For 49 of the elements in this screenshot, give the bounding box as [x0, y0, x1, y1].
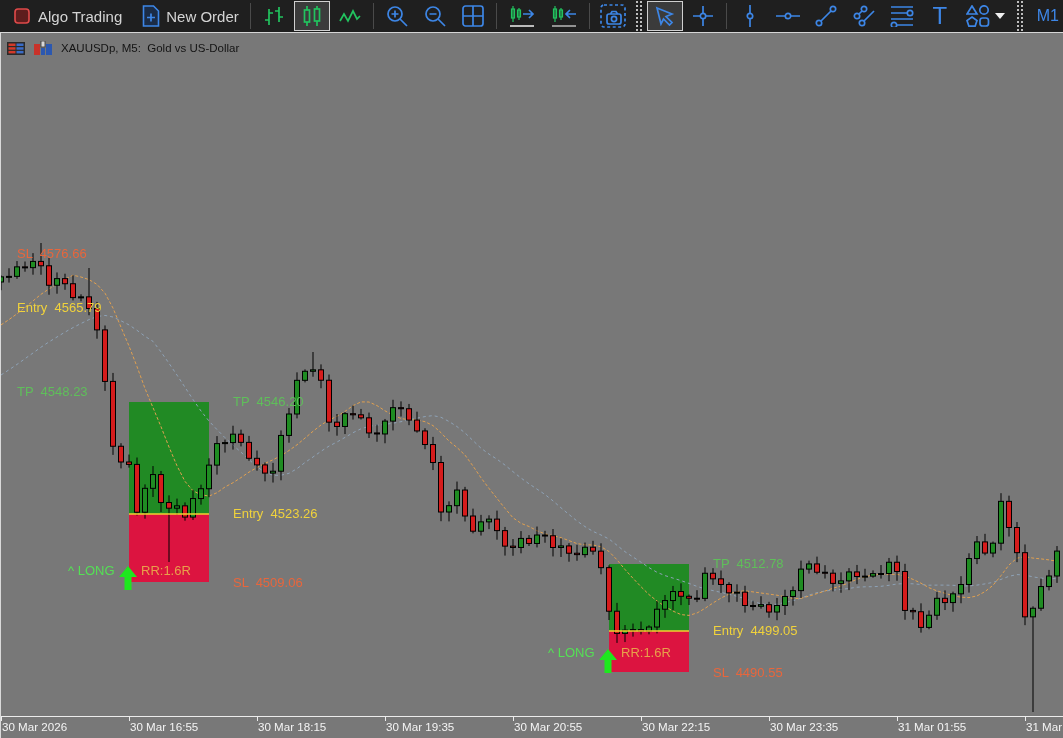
time-axis-label: 31 Mar	[1026, 719, 1063, 735]
zoom-out-icon	[423, 5, 446, 27]
document-plus-icon	[142, 5, 161, 27]
chart-icon	[34, 41, 52, 55]
risk-reward-label: RR:1.6R	[141, 563, 191, 579]
camera-icon	[599, 4, 626, 28]
vertical-line-icon	[745, 4, 754, 28]
risk-reward-label: RR:1.6R	[621, 645, 671, 661]
new-order-button[interactable]: New Order	[135, 1, 246, 31]
time-axis-label: 30 Mar 19:35	[386, 719, 455, 735]
line-chart-icon	[338, 8, 361, 24]
candles-right-arrow-icon	[508, 5, 535, 27]
stop-loss-label: SL 4576.66	[17, 246, 87, 262]
horizontal-line-icon	[775, 12, 800, 20]
take-profit-label: TP 4512.78	[713, 556, 784, 572]
crosshair-icon	[691, 5, 714, 27]
chart-title: XAUUSDp, M5: Gold vs US-Dollar	[61, 41, 240, 56]
text-tool-button[interactable]: T	[921, 1, 958, 31]
trend-line-icon	[814, 5, 837, 27]
up-arrow-icon	[119, 566, 137, 590]
grid-icon	[461, 5, 484, 27]
direction-label: ^ LONG	[548, 645, 595, 661]
time-axis-label: 30 Mar 22:15	[642, 719, 711, 735]
time-axis-label: 30 Mar 2026	[2, 719, 68, 735]
time-axis-label: 31 Mar 01:55	[898, 719, 967, 735]
candlestick-chart-button[interactable]	[293, 1, 330, 31]
ohlc-bars-icon	[262, 5, 285, 27]
stop-loss-label: SL 4509.06	[233, 575, 303, 591]
parallel-lines-icon	[852, 5, 875, 27]
shapes-icon	[966, 5, 991, 27]
time-axis-label: 30 Mar 23:35	[770, 719, 839, 735]
algo-trading-button[interactable]: Algo Trading	[7, 1, 130, 31]
time-axis-label: 30 Mar 20:55	[514, 719, 583, 735]
zoom-in-icon	[385, 5, 408, 27]
cursor-icon	[654, 6, 675, 26]
time-axis-label: 30 Mar 18:15	[258, 719, 327, 735]
take-profit-label: TP 4548.23	[17, 384, 88, 400]
table-icon	[7, 41, 25, 55]
up-arrow-icon	[599, 649, 617, 673]
time-axis-label: 30 Mar 16:55	[130, 719, 199, 735]
candles-left-arrow-icon	[550, 5, 577, 27]
entry-label: Entry 4523.26	[233, 506, 318, 522]
cursor-button[interactable]	[646, 1, 683, 31]
direction-label: ^ LONG	[68, 563, 115, 579]
timeframe-button[interactable]: M1	[1027, 1, 1063, 31]
stop-loss-label: SL 4490.55	[713, 665, 783, 681]
horizontal-levels-icon	[889, 5, 914, 27]
caret-icon	[995, 13, 1006, 19]
entry-label: Entry 4499.05	[713, 623, 798, 639]
